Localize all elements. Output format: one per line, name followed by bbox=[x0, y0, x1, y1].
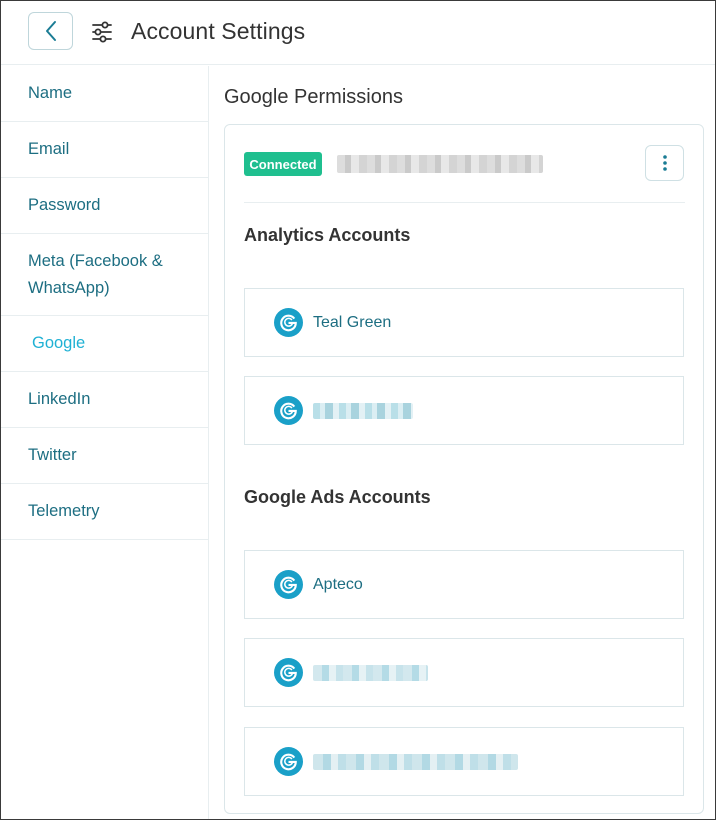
status-badge: Connected bbox=[244, 152, 322, 176]
section-title: Google Permissions bbox=[224, 86, 403, 108]
google-permissions-card: Connected Analytics Accounts Teal Green bbox=[224, 124, 704, 814]
analytics-account-item[interactable]: Teal Green bbox=[244, 288, 684, 357]
ads-account-item[interactable] bbox=[244, 638, 684, 707]
redacted-account-email bbox=[337, 155, 543, 173]
sidebar-item-password[interactable]: Password bbox=[1, 178, 208, 234]
google-icon bbox=[274, 747, 303, 776]
analytics-account-item[interactable] bbox=[244, 376, 684, 445]
back-button[interactable] bbox=[28, 12, 73, 50]
google-icon bbox=[274, 308, 303, 337]
ads-account-item[interactable] bbox=[244, 727, 684, 796]
account-label: Apteco bbox=[313, 575, 363, 593]
account-label: Teal Green bbox=[313, 313, 392, 331]
more-options-button[interactable] bbox=[645, 145, 684, 181]
sidebar-item-email[interactable]: Email bbox=[1, 122, 208, 178]
vertical-dots-icon bbox=[662, 155, 667, 171]
ads-account-item[interactable]: Apteco bbox=[244, 550, 684, 619]
page-title: Account Settings bbox=[131, 18, 306, 44]
chevron-left-icon bbox=[45, 21, 56, 41]
google-icon bbox=[274, 658, 303, 687]
sidebar-item-meta[interactable]: Meta (Facebook & WhatsApp) bbox=[1, 234, 208, 316]
google-icon bbox=[274, 396, 303, 425]
header: Account Settings bbox=[1, 1, 715, 65]
sliders-icon bbox=[92, 21, 112, 43]
redacted-account-label bbox=[313, 402, 413, 419]
redacted-account-label bbox=[313, 664, 428, 681]
app-window: Account Settings Name Email Password Met… bbox=[0, 0, 716, 820]
divider bbox=[244, 202, 685, 203]
google-ads-accounts-heading: Google Ads Accounts bbox=[244, 487, 431, 507]
analytics-accounts-heading: Analytics Accounts bbox=[244, 225, 411, 245]
sidebar-item-linkedin[interactable]: LinkedIn bbox=[1, 372, 208, 428]
sidebar-item-google[interactable]: Google bbox=[1, 316, 208, 372]
google-icon bbox=[274, 570, 303, 599]
sidebar-item-twitter[interactable]: Twitter bbox=[1, 428, 208, 484]
sidebar-item-telemetry[interactable]: Telemetry bbox=[1, 484, 208, 540]
sidebar: Name Email Password Meta (Facebook & Wha… bbox=[1, 66, 209, 819]
main-content: Google Permissions Connected Analytics A… bbox=[209, 66, 715, 819]
redacted-account-label bbox=[313, 753, 518, 770]
sidebar-item-name[interactable]: Name bbox=[1, 66, 208, 122]
